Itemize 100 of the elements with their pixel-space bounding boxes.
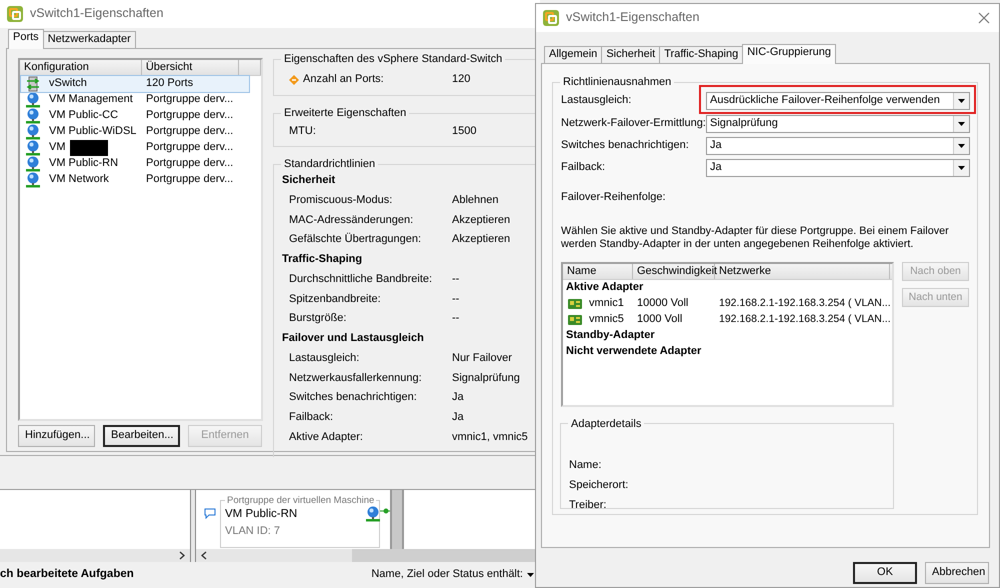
button[interactable]: Abbrechen: [925, 562, 989, 584]
adapter-name: vmnic5: [589, 312, 624, 327]
connector-icon: [380, 508, 390, 514]
adapter-speed: 1000 Voll: [636, 312, 684, 327]
adapter-networks: 192.168.2.1-192.168.3.254 ( VLAN...: [718, 297, 891, 310]
field-label: Netzwerk-Failover-Ermittlung:: [561, 117, 706, 131]
card-caption: Portgruppe der virtuellen Maschine: [226, 495, 376, 506]
comment-icon: [204, 508, 216, 519]
list-row[interactable]: VM Public-CC Portgruppe derv...: [21, 108, 249, 124]
caret-icon: [958, 166, 965, 170]
portgroup-name: VM Public-RN: [225, 506, 298, 522]
property-label: MTU:: [289, 125, 316, 139]
group-title: Erweiterte Eigenschaften: [283, 106, 408, 120]
chevron-left-icon: [201, 551, 207, 560]
column-header[interactable]: Geschwindigkeit: [633, 264, 715, 279]
group-title: Adapterdetails: [570, 416, 642, 431]
tasks-heading: ch bearbeitete Aufgaben: [0, 567, 134, 582]
list-row[interactable]: VM Public-RN Portgruppe derv...: [21, 156, 249, 172]
row-name: VM Public-WiDSL: [49, 125, 136, 139]
property-value: Akzeptieren: [452, 233, 510, 248]
filter-dropdown[interactable]: Name, Ziel oder Status enthält:: [371, 568, 534, 582]
list-row[interactable]: VM Portgruppe derv...: [21, 140, 249, 156]
app-logo-icon: [7, 6, 23, 22]
row-summary: Portgruppe derv...: [146, 157, 234, 171]
property-label: Switches benachrichtigen:: [289, 391, 417, 406]
row-summary: Portgruppe derv...: [146, 109, 234, 123]
row-summary: Portgruppe derv...: [146, 173, 234, 187]
list-row[interactable]: VM Management Portgruppe derv...: [21, 92, 249, 108]
chevron-right-icon: [179, 551, 185, 560]
property-label: Promiscuous-Modus:: [289, 194, 392, 208]
network-card-icon: [568, 314, 582, 326]
close-icon[interactable]: [978, 12, 990, 24]
button[interactable]: Bearbeiten...: [103, 425, 180, 447]
row-summary: Portgruppe derv...: [146, 141, 234, 155]
field-label: Switches benachrichtigen:: [561, 139, 690, 153]
section-heading: Failover und Lastausgleich: [282, 331, 425, 346]
list-row[interactable]: VM Network Portgruppe derv...: [21, 172, 249, 188]
row-name: VM Network: [49, 173, 109, 187]
window-title: vSwitch1-Eigenschaften: [566, 10, 700, 26]
detail-label: Treiber:: [569, 498, 608, 513]
network-globe-icon: [26, 140, 40, 156]
adapter-speed: 10000 Voll: [636, 296, 690, 311]
dropdown[interactable]: Ja: [706, 159, 970, 177]
dropdown[interactable]: Ausdrückliche Failover-Reihenfolge verwenden: [706, 92, 970, 110]
property-value: Ja: [452, 411, 464, 425]
network-globe-icon: [26, 124, 40, 140]
network-globe-icon: [26, 172, 40, 188]
hint-text: Wählen Sie aktive und Standby-Adapter für diese Portgruppe. Bei einem Failover werden Standby-Adapter in der unten angegebenen Reihenfolge aktiviert.: [561, 224, 950, 251]
property-label: Failback:: [289, 411, 334, 425]
property-value: 120: [452, 73, 470, 87]
app-logo-icon: [543, 10, 559, 26]
list-row[interactable]: vSwitch 120 Ports: [21, 76, 249, 92]
vlan-label: VLAN ID: 7: [225, 525, 282, 539]
window-title: vSwitch1-Eigenschaften: [30, 6, 164, 22]
network-globe-icon: [26, 92, 40, 108]
network-card-icon: [568, 298, 582, 310]
property-label: Aktive Adapter:: [289, 430, 363, 445]
scrollbar[interactable]: [0, 549, 190, 562]
order-label: Failover-Reihenfolge:: [561, 191, 667, 205]
property-value: Nur Failover: [452, 352, 512, 366]
section-heading: Sicherheit: [282, 173, 336, 188]
detail-label: Speicherort:: [569, 478, 630, 493]
property-label: Burstgröße:: [289, 312, 346, 326]
row-name: vSwitch: [49, 77, 87, 91]
group-heading: Aktive Adapter: [565, 280, 644, 295]
property-label: MAC-Adressänderungen:: [289, 214, 414, 228]
tab[interactable]: Ports: [8, 29, 44, 49]
field-label: Failback:: [561, 161, 606, 175]
network-globe-icon: [26, 108, 40, 124]
group-heading: Standby-Adapter: [565, 328, 656, 343]
network-globe-icon: [26, 156, 40, 172]
row-summary: 120 Ports: [146, 77, 194, 91]
detail-label: Name:: [569, 458, 602, 473]
dropdown[interactable]: Signalprüfung: [706, 115, 970, 133]
network-globe-icon: [366, 506, 380, 522]
button[interactable]: Hinzufügen...: [18, 425, 95, 447]
tab[interactable]: Allgemein: [544, 46, 602, 63]
property-value: Signalprüfung: [452, 372, 520, 386]
property-value: --: [452, 292, 460, 306]
row-name: VM Management: [49, 93, 133, 107]
property-value: 1500: [452, 125, 476, 139]
property-value: Ablehnen: [452, 194, 498, 208]
column-header[interactable]: Name: [563, 264, 633, 279]
tab[interactable]: Netzwerkadapter: [42, 31, 136, 48]
field-label: Lastausgleich:: [561, 94, 632, 108]
property-value: Akzeptieren: [452, 214, 510, 228]
button[interactable]: OK: [853, 562, 917, 584]
dropdown[interactable]: Ja: [706, 137, 970, 155]
row-name: VM Public-CC: [49, 109, 118, 123]
property-value: Ja: [452, 391, 464, 406]
property-value: --: [452, 312, 460, 326]
property-label: Durchschnittliche Bandbreite:: [289, 273, 432, 287]
list-row[interactable]: VM Public-WiDSL Portgruppe derv...: [21, 124, 249, 140]
adapter-name: vmnic1: [589, 296, 624, 311]
group-title: Richtlinienausnahmen: [562, 75, 672, 89]
group-title: Eigenschaften des vSphere Standard-Switch: [283, 52, 504, 66]
caret-icon: [527, 572, 534, 576]
property-value: --: [452, 273, 460, 287]
tab[interactable]: NIC-Gruppierung: [742, 44, 836, 64]
row-name: VM: [49, 141, 66, 155]
